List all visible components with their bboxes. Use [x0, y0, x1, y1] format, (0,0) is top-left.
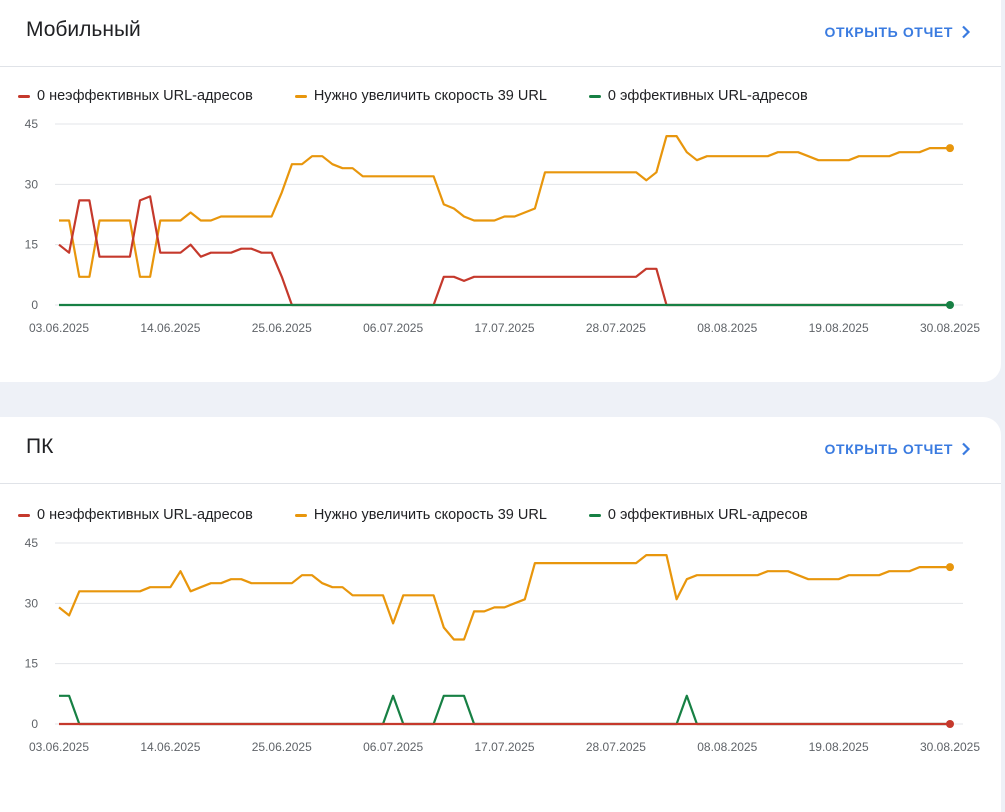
legend-label: Нужно увеличить скорость 39 URL — [313, 507, 547, 523]
series-line[interactable] — [59, 135, 950, 278]
x-tick-label: 17.07.2025 — [474, 740, 534, 754]
x-tick-label: 03.06.2025 — [29, 321, 89, 335]
legend-item-good[interactable]: 0 эффективных URL-адресов — [588, 88, 808, 104]
y-tick-label: 45 — [25, 536, 39, 550]
series-line[interactable] — [58, 554, 950, 641]
x-tick-label: 30.08.2025 — [920, 740, 980, 754]
legend-label: 0 эффективных URL-адресов — [607, 507, 808, 523]
legend-item-poor[interactable]: 0 неэффективных URL-адресов — [18, 88, 253, 104]
series-end-point[interactable] — [946, 144, 954, 153]
legend-item-needs-improvement[interactable]: Нужно увеличить скорость 39 URL — [294, 88, 547, 104]
x-tick-label: 19.08.2025 — [809, 321, 869, 335]
x-tick-label: 28.07.2025 — [586, 321, 646, 335]
pc-card: ПК ОТКРЫТЬ ОТЧЕТ 0 неэффективных URL-адр… — [0, 417, 1001, 812]
series-end-point[interactable] — [946, 301, 954, 309]
pc-line-chart: 0 15 30 45 03.06.2025 14.06.2025 25.06.2025 06.… — [25, 536, 981, 754]
legend-label: Нужно увеличить скорость 39 URL — [313, 88, 547, 104]
legend-label: 0 неэффективных URL-адресов — [37, 507, 253, 523]
x-tick-label: 25.06.2025 — [252, 321, 312, 335]
legend-swatch — [588, 94, 601, 98]
mobile-card: Мобильный ОТКРЫТЬ ОТЧЕТ 0 неэффективных … — [0, 0, 1001, 382]
card-title: Мобильный — [26, 18, 141, 41]
series-end-point[interactable] — [946, 563, 954, 572]
x-tick-label: 17.07.2025 — [474, 321, 534, 335]
open-report-button[interactable]: ОТКРЫТЬ ОТЧЕТ — [824, 24, 971, 40]
card-header: ПК ОТКРЫТЬ ОТЧЕТ — [0, 417, 1001, 484]
legend: 0 неэффективных URL-адресов Нужно увелич… — [18, 505, 1001, 525]
legend-swatch — [294, 513, 307, 517]
legend-swatch — [18, 513, 30, 517]
y-tick-label: 15 — [25, 657, 39, 671]
y-tick-label: 30 — [25, 596, 39, 610]
x-tick-label: 08.08.2025 — [697, 321, 757, 335]
legend-swatch — [294, 94, 307, 98]
legend-item-needs-improvement[interactable]: Нужно увеличить скорость 39 URL — [294, 507, 547, 523]
x-tick-label: 08.08.2025 — [697, 740, 757, 754]
y-tick-label: 45 — [25, 117, 39, 131]
chevron-right-icon — [962, 442, 971, 456]
open-report-button[interactable]: ОТКРЫТЬ ОТЧЕТ — [824, 441, 971, 457]
x-tick-label: 19.08.2025 — [809, 740, 869, 754]
chevron-right-icon — [962, 25, 971, 39]
y-tick-label: 15 — [25, 238, 39, 252]
series-line[interactable] — [58, 195, 950, 307]
x-tick-label: 25.06.2025 — [252, 740, 312, 754]
legend-item-good[interactable]: 0 эффективных URL-адресов — [588, 507, 808, 523]
legend-swatch — [18, 94, 30, 98]
x-tick-label: 03.06.2025 — [29, 740, 89, 754]
series-end-point[interactable] — [946, 720, 954, 728]
legend: 0 неэффективных URL-адресов Нужно увелич… — [18, 86, 1001, 106]
open-report-label: ОТКРЫТЬ ОТЧЕТ — [824, 24, 953, 40]
legend-item-poor[interactable]: 0 неэффективных URL-адресов — [18, 507, 253, 523]
x-tick-label: 14.06.2025 — [140, 740, 200, 754]
x-tick-label: 28.07.2025 — [586, 740, 646, 754]
y-tick-label: 0 — [31, 717, 38, 731]
card-header: Мобильный ОТКРЫТЬ ОТЧЕТ — [0, 0, 1001, 67]
legend-swatch — [588, 513, 601, 517]
x-tick-label: 30.08.2025 — [920, 321, 980, 335]
series-line[interactable] — [59, 694, 950, 726]
card-title: ПК — [26, 435, 54, 458]
x-tick-label: 14.06.2025 — [140, 321, 200, 335]
x-tick-label: 06.07.2025 — [363, 321, 423, 335]
y-tick-label: 30 — [25, 177, 39, 191]
legend-label: 0 эффективных URL-адресов — [607, 88, 808, 104]
legend-label: 0 неэффективных URL-адресов — [37, 88, 253, 104]
y-tick-label: 0 — [31, 298, 38, 312]
open-report-label: ОТКРЫТЬ ОТЧЕТ — [824, 441, 953, 457]
x-tick-label: 06.07.2025 — [363, 740, 423, 754]
mobile-line-chart: 0 15 30 45 03.06.2025 14.06.2025 25.06.2025 06.… — [25, 117, 981, 335]
